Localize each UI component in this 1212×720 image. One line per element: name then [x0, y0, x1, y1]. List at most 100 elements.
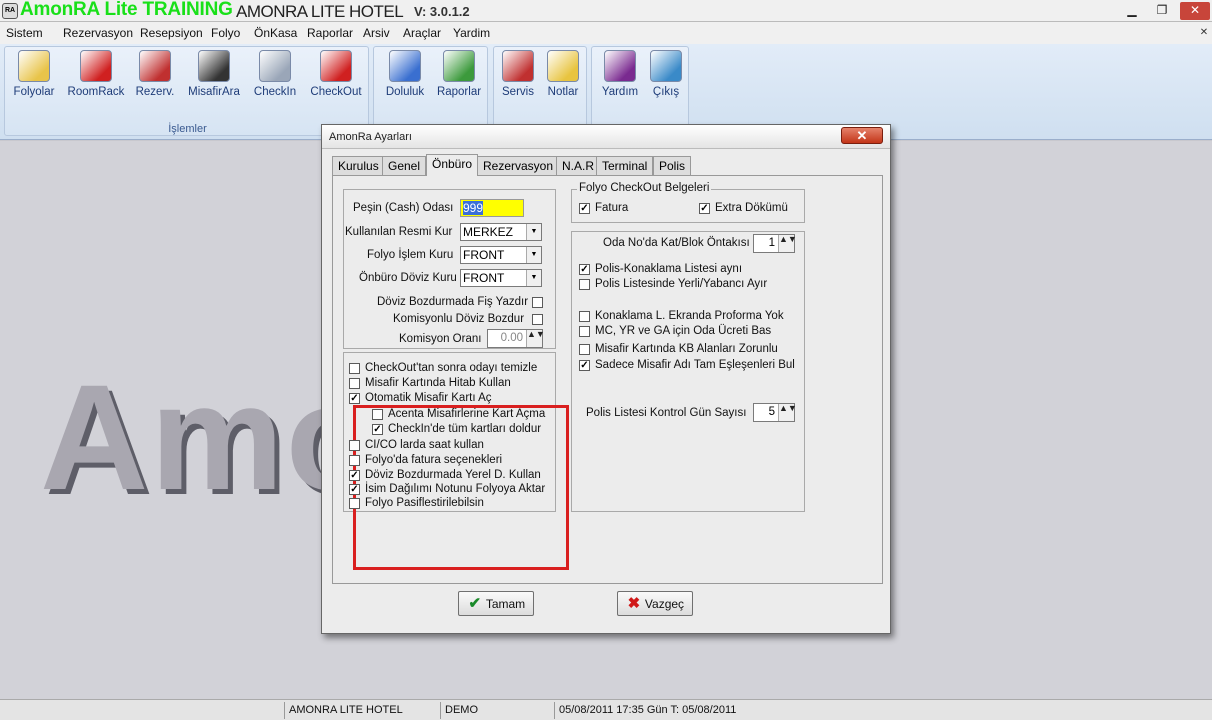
menu-yardim[interactable]: Yardim: [453, 26, 490, 40]
restore-button[interactable]: ❐: [1148, 2, 1176, 20]
airplane-icon: [259, 50, 291, 82]
menu-araclar[interactable]: Araçlar: [403, 26, 441, 40]
ok-button[interactable]: ✔ Tamam: [458, 591, 534, 616]
window-close-button[interactable]: ✕: [1180, 2, 1210, 20]
cash-room-input[interactable]: 999: [460, 199, 524, 217]
misafirara-button[interactable]: MisafirAra: [186, 50, 242, 110]
floor-prefix-input[interactable]: 1 ▲▼: [753, 234, 797, 253]
tab-nar[interactable]: N.A.R: [556, 156, 601, 175]
cancel-button[interactable]: ✖ Vazgeç: [617, 591, 693, 616]
doluluk-label: Doluluk: [385, 86, 425, 98]
commission-rate-value: 0.00: [500, 332, 523, 344]
yardim-button[interactable]: Yardım: [597, 50, 643, 110]
menu-sistem[interactable]: Sistem: [6, 26, 43, 40]
notlar-label: Notlar: [547, 86, 579, 98]
help-book-icon: [604, 50, 636, 82]
folio-passive-checkbox[interactable]: [349, 498, 360, 509]
checkin-fill-checkbox[interactable]: ✓: [372, 424, 383, 435]
menu-folyo[interactable]: Folyo: [211, 26, 240, 40]
status-mode: DEMO: [440, 702, 554, 719]
clean-room-checkbox[interactable]: [349, 363, 360, 374]
invoice-checkbox[interactable]: ✓: [579, 203, 590, 214]
agency-card-checkbox[interactable]: [372, 409, 383, 420]
spin-arrows-icon[interactable]: ▲▼: [778, 235, 797, 252]
raporlar-button[interactable]: Raporlar: [434, 50, 484, 110]
folio-rate-select[interactable]: FRONT ▼: [460, 246, 542, 264]
onburo-tab-page: Peşin (Cash) Odası 999 Kullanılan Resmi …: [332, 175, 883, 584]
roomrack-button[interactable]: RoomRack: [66, 50, 126, 110]
police-separate-checkbox[interactable]: [579, 279, 590, 290]
menu-raporlar[interactable]: Raporlar: [307, 26, 353, 40]
menu-arsiv[interactable]: Arsiv: [363, 26, 390, 40]
guest-title-label: Misafir Kartında Hitab Kullan: [365, 377, 511, 389]
police-days-value: 5: [768, 406, 775, 418]
folyolar-button[interactable]: Folyolar: [10, 50, 58, 110]
kb-required-label: Misafir Kartında KB Alanları Zorunlu: [595, 343, 778, 355]
tab-onburo[interactable]: Önbüro: [426, 154, 479, 176]
spin-arrows-icon[interactable]: ▲▼: [526, 330, 545, 347]
print-receipt-checkbox[interactable]: [532, 297, 543, 308]
checkin-fill-label: CheckIn'de tüm kartları doldur: [388, 423, 542, 435]
police-same-checkbox[interactable]: ✓: [579, 264, 590, 275]
floor-prefix-value: 1: [768, 237, 775, 249]
misafirara-label: MisafirAra: [188, 86, 240, 98]
dialog-close-button[interactable]: ✕: [841, 127, 883, 144]
chevron-down-icon[interactable]: ▼: [526, 270, 541, 286]
name-note-label: İsim Dağılımı Notunu Folyoya Aktar: [365, 483, 546, 495]
checkin-label: CheckIn: [253, 86, 297, 98]
chevron-down-icon[interactable]: ▼: [526, 247, 541, 263]
guest-title-checkbox[interactable]: [349, 378, 360, 389]
tab-genel[interactable]: Genel: [382, 156, 427, 175]
cancel-label: Vazgeç: [644, 597, 685, 611]
invoice-options-checkbox[interactable]: [349, 455, 360, 466]
frontoffice-rate-label: Önbüro Döviz Kuru: [359, 272, 457, 284]
cikis-button[interactable]: Çıkış: [647, 50, 685, 110]
proforma-checkbox[interactable]: [579, 311, 590, 322]
tab-terminal[interactable]: Terminal: [596, 156, 654, 175]
servis-button[interactable]: Servis: [498, 50, 538, 110]
official-rate-select[interactable]: MERKEZ ▼: [460, 223, 542, 241]
mdi-close-button[interactable]: ✕: [1198, 25, 1210, 41]
mc-price-checkbox[interactable]: [579, 326, 590, 337]
dialog-titlebar: AmonRa Ayarları ✕: [322, 125, 890, 149]
frontoffice-rate-select[interactable]: FRONT ▼: [460, 269, 542, 287]
settings-tabs: Kurulus Genel Önbüro Rezervasyon N.A.R T…: [332, 154, 872, 176]
notlar-button[interactable]: Notlar: [542, 50, 584, 110]
tab-polis[interactable]: Polis: [653, 156, 692, 175]
auto-guest-card-label: Otomatik Misafir Kartı Aç: [365, 392, 492, 404]
local-currency-checkbox[interactable]: ✓: [349, 470, 360, 481]
ribbon-group-label: İşlemler: [168, 123, 207, 135]
menu-rezervasyon[interactable]: Rezervasyon: [63, 26, 133, 40]
minimize-button[interactable]: ▁: [1118, 2, 1146, 20]
tab-kurulus[interactable]: Kurulus: [332, 156, 385, 175]
invoice-label: Fatura: [595, 202, 629, 214]
menu-resepsiyon[interactable]: Resepsiyon: [140, 26, 203, 40]
police-days-input[interactable]: 5 ▲▼: [753, 403, 797, 422]
kb-required-checkbox[interactable]: [579, 344, 590, 355]
spin-arrows-icon[interactable]: ▲▼: [778, 404, 797, 421]
name-note-checkbox[interactable]: ✓: [349, 484, 360, 495]
rezerv-label: Rezerv.: [135, 86, 175, 98]
app-titlebar: RA AmonRA Lite TRAINING AMONRA LITE HOTE…: [0, 0, 1212, 22]
tab-rezervasyon[interactable]: Rezervasyon: [477, 156, 560, 175]
telephone-icon: [139, 50, 171, 82]
menu-onkasa[interactable]: ÖnKasa: [254, 26, 297, 40]
official-rate-value: MERKEZ: [463, 225, 514, 239]
commission-exchange-label: Komisyonlu Döviz Bozdur: [393, 313, 525, 325]
floor-prefix-label: Oda No'da Kat/Blok Öntakısı: [603, 237, 750, 249]
cancel-x-icon: ✖: [627, 595, 641, 612]
auto-guest-card-checkbox[interactable]: ✓: [349, 393, 360, 404]
commission-exchange-checkbox[interactable]: [532, 314, 543, 325]
chevron-down-icon[interactable]: ▼: [526, 224, 541, 240]
raporlar-label: Raporlar: [436, 86, 482, 98]
cash-room-value: 999: [463, 201, 484, 215]
checkout-button[interactable]: CheckOut: [308, 50, 364, 110]
commission-rate-input[interactable]: 0.00 ▲▼: [487, 329, 545, 348]
exact-match-checkbox[interactable]: ✓: [579, 360, 590, 371]
doluluk-button[interactable]: Doluluk: [380, 50, 430, 110]
yardim-label: Yardım: [601, 86, 639, 98]
extra-statement-checkbox[interactable]: ✓: [699, 203, 710, 214]
rezerv-button[interactable]: Rezerv.: [132, 50, 178, 110]
cico-time-checkbox[interactable]: [349, 440, 360, 451]
checkin-button[interactable]: CheckIn: [250, 50, 300, 110]
